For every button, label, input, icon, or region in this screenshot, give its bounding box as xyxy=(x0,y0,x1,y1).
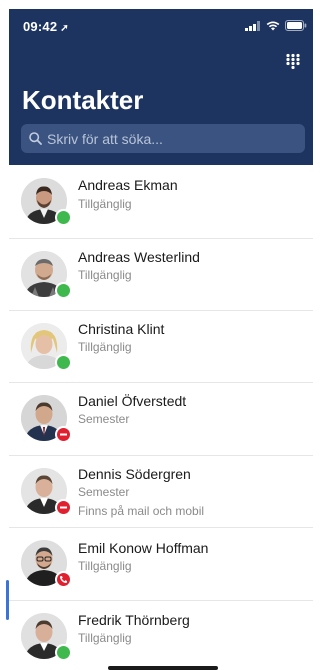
phone-icon xyxy=(60,576,67,583)
status-time: 09:42 xyxy=(23,19,58,34)
contact-name: Christina Klint xyxy=(78,321,165,337)
do-not-disturb-icon xyxy=(60,433,67,436)
battery-icon xyxy=(285,20,307,31)
search-input[interactable] xyxy=(42,130,305,147)
wifi-icon xyxy=(266,20,280,30)
contact-name: Emil Konow Hoffman xyxy=(78,540,209,556)
dialpad-icon xyxy=(286,53,300,70)
contact-row[interactable]: Dennis Södergren Semester Finns på mail … xyxy=(9,456,313,528)
home-indicator xyxy=(108,666,218,670)
status-icons xyxy=(245,20,307,31)
contact-name: Daniel Öfverstedt xyxy=(78,393,187,409)
contact-name: Dennis Södergren xyxy=(78,466,191,482)
contact-status: Tillgänglig xyxy=(78,268,132,282)
contacts-screen: 09:42 ➚ Kontakter Skriv för att söka... … xyxy=(0,0,313,670)
search-icon xyxy=(29,132,42,145)
scroll-indicator[interactable] xyxy=(6,580,9,620)
presence-busy-indicator xyxy=(55,426,72,443)
signal-icon xyxy=(245,20,260,31)
contact-status: Tillgänglig xyxy=(78,197,132,211)
presence-available-indicator xyxy=(55,282,72,299)
status-time-wrapper: 09:42 ➚ xyxy=(23,19,69,34)
contact-status: Semester xyxy=(78,485,130,499)
dialpad-button[interactable] xyxy=(285,53,301,70)
contact-row[interactable]: Andreas Westerlind Tillgänglig xyxy=(9,239,313,311)
header: 09:42 ➚ Kontakter Skriv för att söka... xyxy=(9,9,313,165)
contact-name: Andreas Westerlind xyxy=(78,249,200,265)
contact-status: Tillgänglig xyxy=(78,559,132,573)
contact-name: Fredrik Thörnberg xyxy=(78,612,190,628)
status-bar: 09:42 ➚ xyxy=(9,9,313,45)
page-title: Kontakter xyxy=(22,85,144,115)
location-arrow-icon: ➚ xyxy=(60,23,69,34)
search-box[interactable] xyxy=(21,124,305,153)
presence-on-call-indicator xyxy=(55,571,72,588)
contact-status: Tillgänglig xyxy=(78,340,132,354)
contact-row[interactable]: Andreas Ekman Tillgänglig xyxy=(9,165,313,237)
contact-status: Semester xyxy=(78,412,130,426)
presence-available-indicator xyxy=(55,644,72,661)
contact-row[interactable]: Fredrik Thörnberg Tillgänglig xyxy=(9,601,313,670)
contact-status: Tillgänglig xyxy=(78,631,132,645)
presence-available-indicator xyxy=(55,354,72,371)
do-not-disturb-icon xyxy=(60,506,67,509)
contact-row[interactable]: Christina Klint Tillgänglig xyxy=(9,311,313,383)
contact-list: Andreas Ekman Tillgänglig Andreas Wester… xyxy=(9,165,313,670)
contact-row[interactable]: Emil Konow Hoffman Tillgänglig xyxy=(9,528,313,600)
presence-available-indicator xyxy=(55,209,72,226)
contact-name: Andreas Ekman xyxy=(78,177,178,193)
contact-row[interactable]: Daniel Öfverstedt Semester xyxy=(9,383,313,455)
contact-note: Finns på mail och mobil xyxy=(78,504,205,518)
presence-busy-indicator xyxy=(55,499,72,516)
